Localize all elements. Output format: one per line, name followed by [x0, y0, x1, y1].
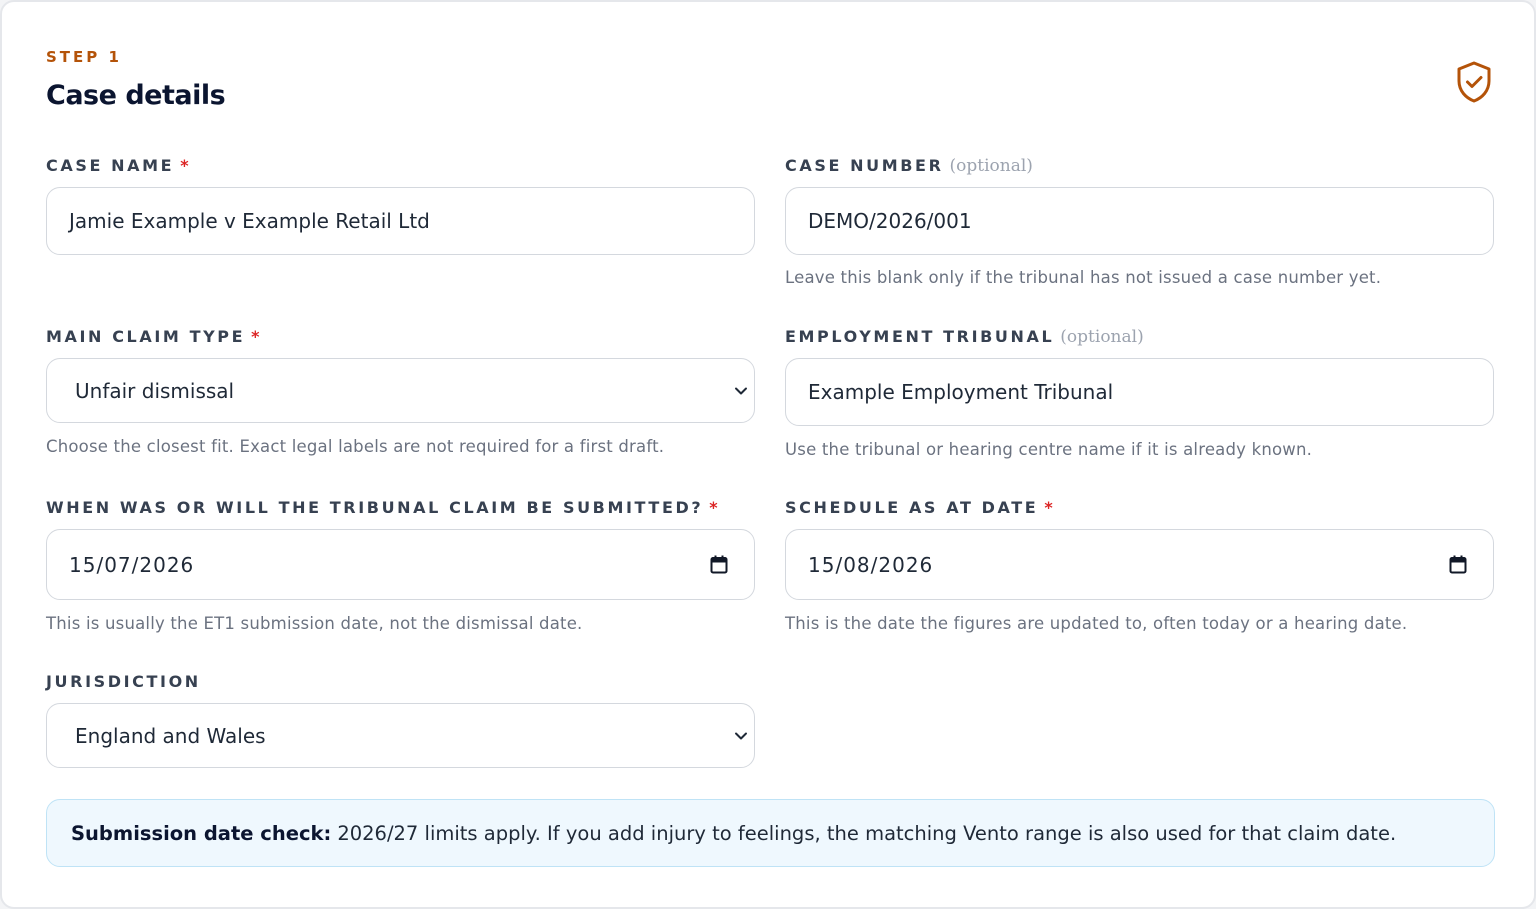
calendar-icon[interactable] — [1449, 555, 1467, 574]
required-marker: * — [180, 156, 189, 175]
page-title: Case details — [46, 80, 226, 111]
step-label: STEP 1 — [46, 48, 122, 66]
case-name-input[interactable]: Jamie Example v Example Retail Ltd — [46, 187, 755, 255]
case-number-input[interactable]: DEMO/2026/001 — [785, 187, 1494, 255]
main-claim-type-hint: Choose the closest fit. Exact legal labe… — [46, 437, 665, 456]
main-claim-type-select[interactable]: Unfair dismissal — [46, 358, 755, 423]
submission-date-hint: This is usually the ET1 submission date,… — [46, 614, 583, 633]
employment-tribunal-label: EMPLOYMENT TRIBUNAL (optional) — [785, 327, 1144, 347]
required-marker: * — [709, 498, 718, 517]
case-number-hint: Leave this blank only if the tribunal ha… — [785, 268, 1382, 287]
schedule-date-input[interactable]: 15/08/2026 — [785, 529, 1494, 600]
submission-date-label: WHEN WAS OR WILL THE TRIBUNAL CLAIM BE S… — [46, 498, 718, 517]
required-marker: * — [1044, 498, 1053, 517]
chevron-down-icon — [735, 732, 747, 739]
optional-tag: (optional) — [949, 156, 1033, 176]
required-marker: * — [251, 327, 260, 346]
notice-title: Submission date check: — [71, 821, 332, 845]
employment-tribunal-field: EMPLOYMENT TRIBUNAL (optional) Example Em… — [785, 326, 1494, 459]
schedule-date-label: SCHEDULE AS AT DATE * — [785, 498, 1053, 517]
schedule-date-hint: This is the date the figures are updated… — [785, 614, 1408, 633]
main-claim-type-field: MAIN CLAIM TYPE * Unfair dismissal Choose… — [46, 326, 755, 456]
submission-date-notice: Submission date check: 2026/27 limits ap… — [46, 799, 1495, 867]
case-name-label: CASE NAME * — [46, 156, 189, 175]
case-details-card: STEP 1 Case details CASE NAME * Jamie Exa… — [0, 0, 1536, 909]
submission-date-input[interactable]: 15/07/2026 — [46, 529, 755, 600]
case-number-label: CASE NUMBER (optional) — [785, 156, 1033, 176]
calendar-icon[interactable] — [710, 555, 728, 574]
jurisdiction-select[interactable]: England and Wales — [46, 703, 755, 768]
submission-date-field: WHEN WAS OR WILL THE TRIBUNAL CLAIM BE S… — [46, 497, 755, 633]
shield-check-icon — [1457, 61, 1491, 103]
chevron-down-icon — [735, 387, 747, 394]
case-name-field: CASE NAME * Jamie Example v Example Retai… — [46, 155, 755, 255]
notice-body: 2026/27 limits apply. If you add injury … — [337, 821, 1397, 845]
optional-tag: (optional) — [1060, 327, 1144, 347]
schedule-date-field: SCHEDULE AS AT DATE * 15/08/2026 This is … — [785, 497, 1494, 633]
case-number-field: CASE NUMBER (optional) DEMO/2026/001 Leav… — [785, 155, 1494, 287]
main-claim-type-label: MAIN CLAIM TYPE * — [46, 327, 260, 346]
jurisdiction-field: JURISDICTION England and Wales — [46, 671, 755, 768]
employment-tribunal-hint: Use the tribunal or hearing centre name … — [785, 440, 1313, 459]
jurisdiction-label: JURISDICTION — [46, 672, 201, 691]
employment-tribunal-input[interactable]: Example Employment Tribunal — [785, 358, 1494, 426]
